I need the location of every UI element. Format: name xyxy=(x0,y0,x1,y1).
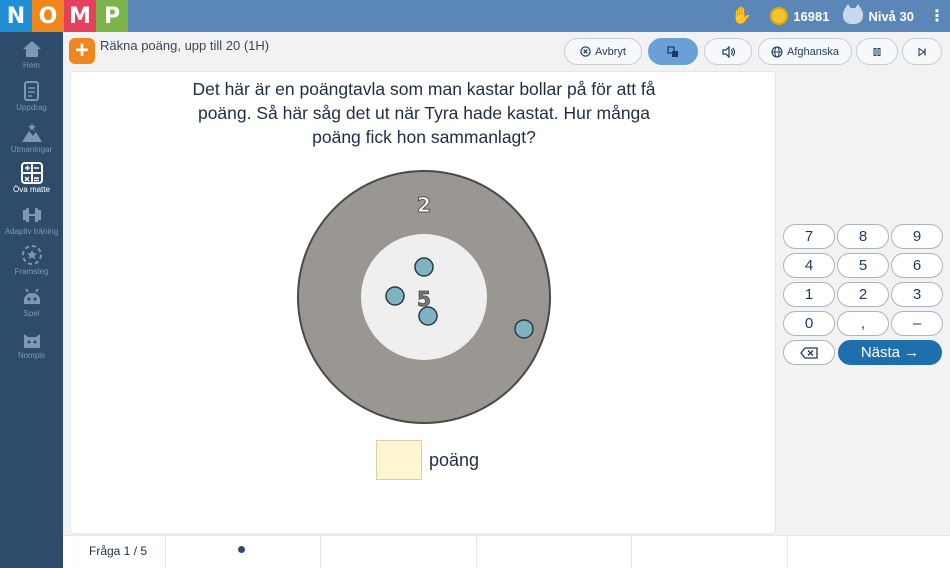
key-4[interactable]: 4 xyxy=(783,253,835,278)
key-8[interactable]: 8 xyxy=(837,224,889,249)
skip-icon xyxy=(918,47,926,56)
progress-cell[interactable] xyxy=(477,536,632,568)
sidebar-item-adaptive[interactable]: Adaptiv träning xyxy=(0,204,63,244)
sidebar-item-label: Nompis xyxy=(17,351,46,360)
backspace-button[interactable] xyxy=(783,340,835,365)
outer-score-label: 2 xyxy=(417,193,431,217)
logo-letter: M xyxy=(64,0,96,32)
sidebar-item-label: Spel xyxy=(23,309,40,318)
cancel-button[interactable]: Avbryt xyxy=(564,38,642,65)
pause-button[interactable] xyxy=(856,38,898,65)
key-0[interactable]: 0 xyxy=(783,311,835,336)
ball xyxy=(514,319,534,339)
key-9[interactable]: 9 xyxy=(891,224,943,249)
sidebar-item-label: Öva matte xyxy=(13,185,50,194)
cancel-label: Avbryt xyxy=(595,45,626,58)
question-counter: Fråga 1 / 5 xyxy=(89,544,148,558)
score-board: 2 5 xyxy=(297,170,551,424)
sidebar: Hem Uppdrag Utmaningar Öva matte Adaptiv… xyxy=(0,32,63,568)
question-progress-bar: Fråga 1 / 5 xyxy=(63,535,950,568)
key-2[interactable]: 2 xyxy=(837,282,889,307)
next-button[interactable]: Nästa → xyxy=(838,340,942,365)
progress-cell[interactable] xyxy=(788,536,950,568)
current-question-dot xyxy=(238,546,245,553)
globe-icon xyxy=(771,45,783,58)
sidebar-item-challenges[interactable]: Utmaningar xyxy=(0,122,63,162)
close-circle-icon xyxy=(580,46,591,57)
key-1[interactable]: 1 xyxy=(783,282,835,307)
key-3[interactable]: 3 xyxy=(891,282,943,307)
progress-cell[interactable] xyxy=(166,536,321,568)
translate-button[interactable] xyxy=(648,38,698,65)
assignment-icon xyxy=(21,80,43,102)
menu-icon[interactable]: ⋮ xyxy=(928,6,946,26)
logo-letter: O xyxy=(32,0,64,32)
ball xyxy=(385,286,405,306)
dumbbell-icon xyxy=(21,204,43,226)
logo-letter: N xyxy=(0,0,32,32)
language-button[interactable]: Afghanska xyxy=(758,38,852,65)
sidebar-item-nompis[interactable]: Nompis xyxy=(0,328,63,368)
pause-icon xyxy=(873,47,881,56)
key-7[interactable]: 7 xyxy=(783,224,835,249)
sidebar-item-label: Framsteg xyxy=(14,267,49,276)
answer-input[interactable] xyxy=(376,440,422,480)
top-bar: N O M P ✋ 16981 Nivå 30 ⋮ xyxy=(0,0,950,32)
ball xyxy=(418,306,438,326)
sidebar-item-games[interactable]: Spel xyxy=(0,286,63,326)
ball xyxy=(414,257,434,277)
level-label[interactable]: Nivå 30 xyxy=(868,9,914,24)
sidebar-item-progress[interactable]: Framsteg xyxy=(0,244,63,284)
progress-icon xyxy=(21,244,43,266)
skip-button[interactable] xyxy=(902,38,942,65)
home-icon xyxy=(21,38,43,60)
key-5[interactable]: 5 xyxy=(837,253,889,278)
nomp-logo[interactable]: N O M P xyxy=(0,0,128,32)
speaker-icon xyxy=(721,45,735,58)
coin-count: 16981 xyxy=(793,8,830,24)
coin-icon xyxy=(770,7,789,25)
mountain-icon xyxy=(21,122,43,144)
answer-unit: poäng xyxy=(429,450,480,470)
sidebar-item-assignments[interactable]: Uppdrag xyxy=(0,80,63,120)
progress-cell[interactable] xyxy=(632,536,788,568)
sidebar-item-label: Hem xyxy=(23,61,40,70)
question-text: Det här är en poängtavla som man kastar … xyxy=(192,79,656,147)
hand-icon[interactable]: ✋ xyxy=(731,6,752,26)
sidebar-item-practice[interactable]: Öva matte xyxy=(0,162,63,202)
backspace-icon xyxy=(800,346,818,359)
language-label: Afghanska xyxy=(787,45,839,58)
add-button[interactable]: + xyxy=(69,38,95,64)
task-title: Räkna poäng, upp till 20 (1H) xyxy=(100,38,270,53)
key-minus[interactable]: – xyxy=(891,311,943,336)
sidebar-item-label: Adaptiv träning xyxy=(4,227,59,236)
gamepad-icon xyxy=(21,286,43,308)
cat-icon xyxy=(843,4,864,24)
logo-letter: P xyxy=(96,0,128,32)
calculator-icon xyxy=(20,162,43,184)
cat-icon xyxy=(21,328,43,350)
sidebar-item-home[interactable]: Hem xyxy=(0,38,63,78)
progress-cell: Fråga 1 / 5 xyxy=(63,536,166,568)
progress-cell[interactable] xyxy=(321,536,477,568)
key-comma[interactable]: , xyxy=(837,311,889,336)
sidebar-item-label: Uppdrag xyxy=(16,103,47,112)
key-6[interactable]: 6 xyxy=(891,253,943,278)
question-card: Det här är en poängtavla som man kastar … xyxy=(70,71,776,534)
audio-button[interactable] xyxy=(704,38,752,65)
sidebar-item-label: Utmaningar xyxy=(10,145,53,154)
translate-icon xyxy=(667,45,678,57)
